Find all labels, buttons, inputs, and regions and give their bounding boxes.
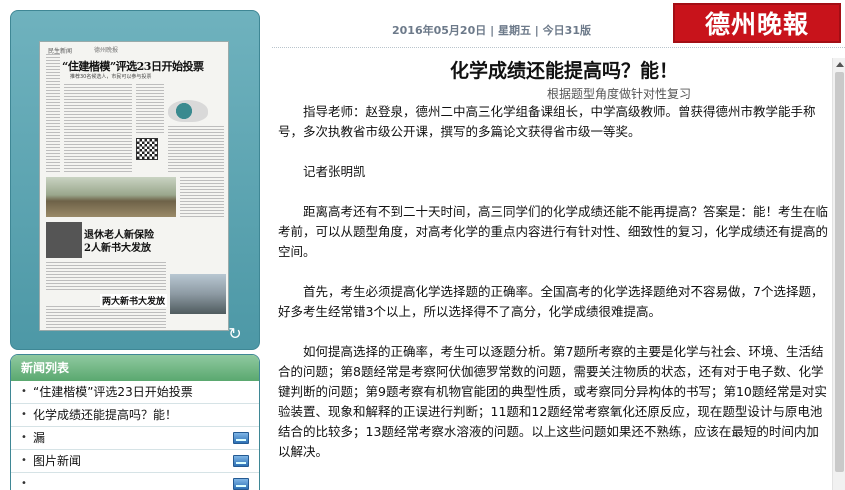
- refresh-icon[interactable]: ↻: [225, 325, 245, 343]
- separator: |: [490, 24, 495, 37]
- thumb-qr-code: [136, 138, 158, 160]
- separator: |: [534, 24, 539, 37]
- article-byline: 记者张明凯: [303, 164, 366, 179]
- bullet-icon: •: [21, 432, 27, 443]
- article-body: 指导老师：赵登泉，德州二中高三化学组备课组长，中学高级教师。曾获得德州市教学能手…: [278, 102, 830, 462]
- date-bar: 2016年05月20日 | 星期五 | 今日31版: [392, 22, 591, 38]
- scroll-up-arrow-icon[interactable]: [836, 62, 844, 67]
- thumb-text-column: [64, 84, 132, 174]
- header-divider: [272, 47, 845, 48]
- newspaper-page-thumbnail[interactable]: 民生新闻 德州晚报 “住建楷模”评选23日开始投票 推荐30名候选人，市民可以参…: [39, 41, 229, 331]
- thumb-headline: 两大新书大发放: [100, 294, 168, 307]
- media-icon[interactable]: [233, 432, 249, 444]
- article-paragraph: 如何提高选择的正确率，考生可以逐题分析。第7题所考察的主要是化学与社会、环境、生…: [278, 344, 827, 459]
- thumb-text-column: [168, 126, 224, 174]
- bullet-icon: •: [21, 386, 27, 397]
- article-paragraph: 首先，考生必须提高化学选择题的正确率。全国高考的化学选择题绝对不容易做，7个选择…: [278, 284, 824, 319]
- news-list-title: 新闻列表: [11, 355, 259, 381]
- news-list-item[interactable]: • 漏: [11, 427, 259, 450]
- bullet-icon: •: [21, 409, 27, 420]
- news-list-item[interactable]: •: [11, 473, 259, 490]
- news-list-item[interactable]: • 化学成绩还能提高吗？能！: [11, 404, 259, 427]
- weekday: 星期五: [497, 24, 531, 37]
- thumb-headline: 2人新书大发放: [84, 243, 151, 254]
- news-list-item[interactable]: • “住建楷模”评选23日开始投票: [11, 381, 259, 404]
- newspaper-logo[interactable]: 德州晚報: [673, 3, 841, 43]
- article-scrollbar[interactable]: [832, 58, 845, 490]
- bullet-icon: •: [21, 478, 27, 489]
- thumb-text-column: [136, 84, 164, 134]
- article: 化学成绩还能提高吗？能！ 根据题型角度做针对性复习 指导老师：赵登泉，德州二中高…: [278, 58, 830, 490]
- thumb-text-column: [46, 306, 166, 330]
- media-icon[interactable]: [233, 455, 249, 467]
- thumb-subheadline: 推荐30名候选人，市民可以参与投票: [70, 74, 152, 80]
- thumb-text-column: [46, 262, 166, 292]
- thumb-bird-graphic: [168, 100, 208, 122]
- thumb-dark-block: [46, 222, 82, 258]
- article-title: 化学成绩还能提高吗？能！: [449, 60, 678, 82]
- thumb-text-column: [46, 54, 60, 174]
- bullet-icon: •: [21, 455, 27, 466]
- page-count: 今日31版: [542, 24, 591, 37]
- thumb-text-column: [180, 177, 224, 217]
- news-item-label: 化学成绩还能提高吗？能！: [33, 408, 178, 422]
- article-subtitle: 根据题型角度做针对性复习: [546, 87, 691, 101]
- page-thumbnail-panel: 民生新闻 德州晚报 “住建楷模”评选23日开始投票 推荐30名候选人，市民可以参…: [10, 10, 260, 350]
- thumb-masthead: 德州晚报: [94, 47, 119, 54]
- news-list: • “住建楷模”评选23日开始投票 • 化学成绩还能提高吗？能！ • 漏 • 图片新闻 •: [11, 381, 259, 490]
- article-paragraph: 距离高考还有不到二十天时间，高三同学们的化学成绩还能不能再提高？答案是：能！考生…: [278, 204, 829, 259]
- thumb-headline: “住建楷模”评选23日开始投票: [62, 60, 204, 73]
- thumb-photo: [46, 177, 176, 217]
- news-list-panel: 新闻列表 • “住建楷模”评选23日开始投票 • 化学成绩还能提高吗？能！ • 漏 • 图片新…: [10, 354, 260, 490]
- media-icon[interactable]: [233, 478, 249, 490]
- news-list-item[interactable]: • 图片新闻: [11, 450, 259, 473]
- left-column: 民生新闻 德州晚报 “住建楷模”评选23日开始投票 推荐30名候选人，市民可以参…: [10, 10, 260, 490]
- issue-date: 2016年05月20日: [392, 24, 487, 37]
- news-item-label: “住建楷模”评选23日开始投票: [33, 385, 193, 399]
- news-item-label: 漏: [33, 431, 46, 445]
- article-paragraph: 指导老师：赵登泉，德州二中高三化学组备课组长，中学高级教师。曾获得德州市教学能手…: [278, 104, 816, 139]
- scroll-thumb[interactable]: [835, 72, 844, 472]
- thumb-photo: [170, 274, 226, 314]
- news-item-label: 图片新闻: [33, 454, 82, 468]
